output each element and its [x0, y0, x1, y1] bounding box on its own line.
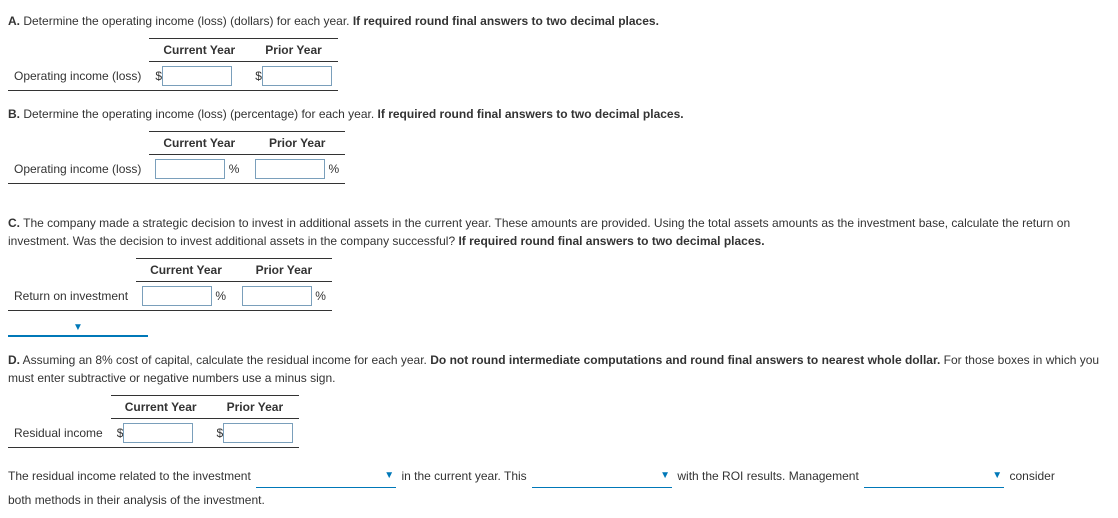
op-income-prior-dollars-input[interactable] — [262, 66, 332, 86]
section-c-prompt: C. The company made a strategic decision… — [8, 214, 1110, 250]
col-prior-year: Prior Year — [249, 132, 345, 155]
section-d-closing: The residual income related to the inves… — [8, 462, 1110, 512]
closing-dropdown-2[interactable]: ▼ — [532, 462, 672, 488]
section-d-bold: Do not round intermediate computations a… — [430, 353, 940, 367]
row-label-roi: Return on investment — [8, 282, 136, 311]
closing-dropdown-1[interactable]: ▼ — [256, 462, 396, 488]
roi-prior-input[interactable] — [242, 286, 312, 306]
currency-symbol: $ — [117, 426, 124, 440]
row-label-residual: Residual income — [8, 419, 111, 448]
caret-down-icon: ▼ — [660, 466, 670, 486]
closing-dropdown-3[interactable]: ▼ — [864, 462, 1004, 488]
section-b-bold: If required round final answers to two d… — [378, 107, 684, 121]
caret-down-icon: ▼ — [992, 466, 1002, 486]
section-c-table: Current Year Prior Year Return on invest… — [8, 258, 332, 311]
section-d-text: Assuming an 8% cost of capital, calculat… — [23, 353, 427, 367]
col-prior-year: Prior Year — [236, 259, 332, 282]
col-current-year: Current Year — [149, 132, 249, 155]
op-income-prior-percent-input[interactable] — [255, 159, 325, 179]
closing-part1: The residual income related to the inves… — [8, 469, 251, 483]
percent-symbol: % — [315, 289, 326, 303]
currency-symbol: $ — [217, 426, 224, 440]
caret-down-icon: ▼ — [384, 466, 394, 486]
section-b-label: B. — [8, 107, 20, 121]
closing-part5: both methods in their analysis of the in… — [8, 493, 265, 507]
currency-symbol: $ — [155, 69, 162, 83]
percent-symbol: % — [229, 162, 240, 176]
section-d-table: Current Year Prior Year Residual income … — [8, 395, 299, 448]
percent-symbol: % — [329, 162, 340, 176]
op-income-current-dollars-input[interactable] — [162, 66, 232, 86]
col-current-year: Current Year — [136, 259, 236, 282]
closing-part4: consider — [1009, 469, 1054, 483]
section-c-bold: If required round final answers to two d… — [458, 234, 764, 248]
section-d-label: D. — [8, 353, 20, 367]
col-current-year: Current Year — [149, 39, 249, 62]
section-a-text: Determine the operating income (loss) (d… — [23, 14, 349, 28]
section-a-bold: If required round final answers to two d… — [353, 14, 659, 28]
roi-current-input[interactable] — [142, 286, 212, 306]
op-income-current-percent-input[interactable] — [155, 159, 225, 179]
section-d-prompt: D. Assuming an 8% cost of capital, calcu… — [8, 351, 1110, 387]
row-label-op-income-a: Operating income (loss) — [8, 62, 149, 91]
row-label-op-income-b: Operating income (loss) — [8, 155, 149, 184]
caret-down-icon: ▼ — [73, 322, 83, 333]
col-prior-year: Prior Year — [211, 396, 300, 419]
section-a-label: A. — [8, 14, 20, 28]
residual-current-input[interactable] — [123, 423, 193, 443]
currency-symbol: $ — [255, 69, 262, 83]
section-b-table: Current Year Prior Year Operating income… — [8, 131, 345, 184]
section-c-dropdown[interactable]: ▼ — [8, 319, 148, 337]
section-c-label: C. — [8, 216, 20, 230]
section-a-table: Current Year Prior Year Operating income… — [8, 38, 338, 91]
col-current-year: Current Year — [111, 396, 211, 419]
section-b-prompt: B. Determine the operating income (loss)… — [8, 105, 1110, 123]
col-prior-year: Prior Year — [249, 39, 338, 62]
section-a-prompt: A. Determine the operating income (loss)… — [8, 12, 1110, 30]
residual-prior-input[interactable] — [223, 423, 293, 443]
section-b-text: Determine the operating income (loss) (p… — [23, 107, 374, 121]
closing-part2: in the current year. This — [401, 469, 526, 483]
percent-symbol: % — [215, 289, 226, 303]
closing-part3: with the ROI results. Management — [677, 469, 858, 483]
